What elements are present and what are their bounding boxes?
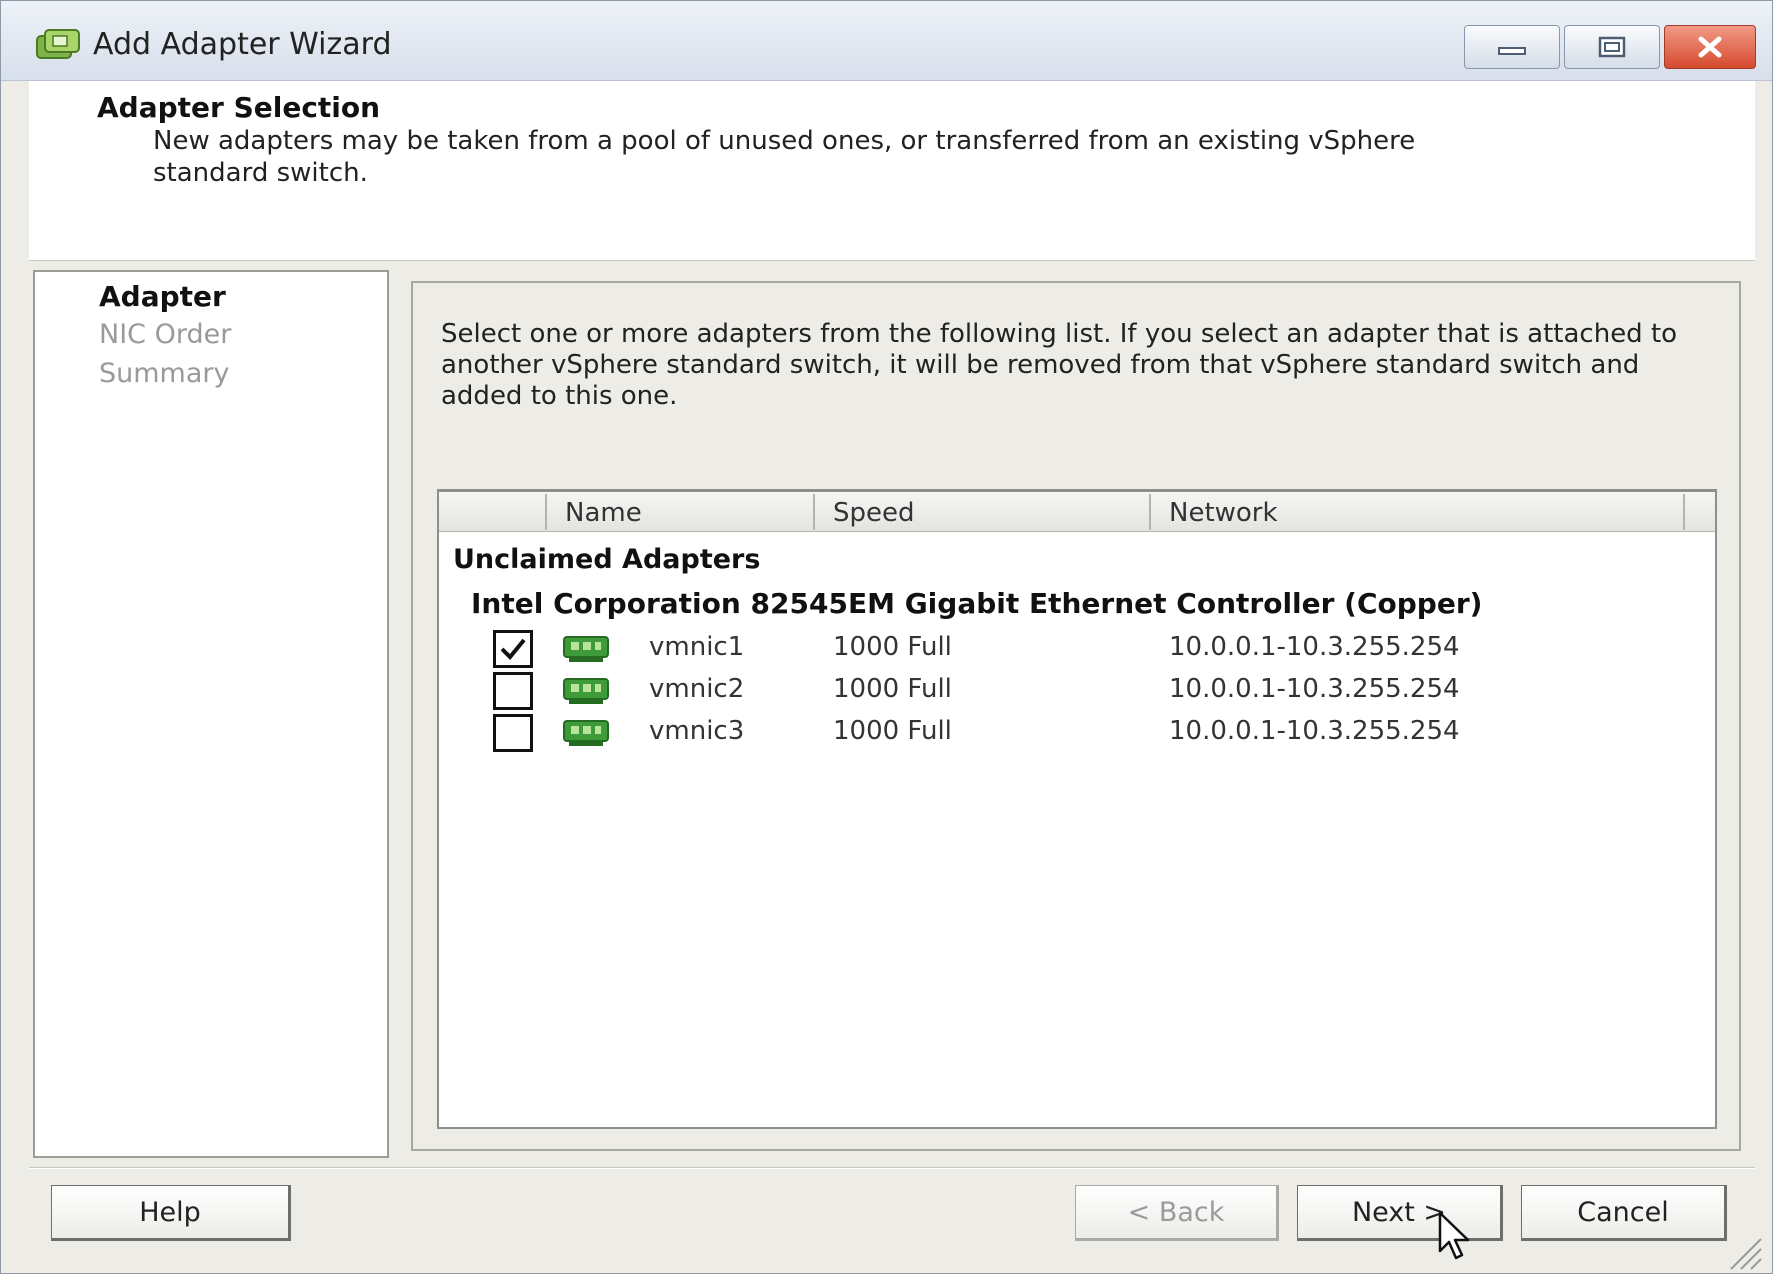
adapter-checkbox[interactable] bbox=[493, 672, 533, 710]
maximize-button[interactable] bbox=[1564, 25, 1660, 69]
help-button[interactable]: Help bbox=[51, 1185, 291, 1241]
window-title: Add Adapter Wizard bbox=[93, 27, 392, 62]
adapter-checkbox[interactable] bbox=[493, 714, 533, 752]
checkmark-icon bbox=[500, 638, 526, 660]
column-header-speed[interactable]: Speed bbox=[833, 498, 915, 528]
controller-label: Intel Corporation 82545EM Gigabit Ethern… bbox=[471, 587, 1483, 620]
close-icon bbox=[1698, 36, 1722, 58]
step-nic-order: NIC Order bbox=[99, 319, 232, 350]
adapter-speed: 1000 Full bbox=[833, 674, 952, 704]
wizard-app-icon bbox=[36, 29, 80, 59]
cancel-button[interactable]: Cancel bbox=[1521, 1185, 1727, 1241]
header-title: Adapter Selection bbox=[97, 91, 381, 124]
adapter-name: vmnic1 bbox=[649, 632, 745, 662]
step-adapter[interactable]: Adapter bbox=[99, 280, 226, 313]
wizard-window: Add Adapter Wizard Adapter Selection New… bbox=[0, 0, 1773, 1274]
close-button[interactable] bbox=[1664, 25, 1756, 69]
column-header-name[interactable]: Name bbox=[565, 498, 642, 528]
maximize-icon bbox=[1598, 36, 1626, 58]
adapter-speed: 1000 Full bbox=[833, 632, 952, 662]
column-separator[interactable] bbox=[1149, 494, 1151, 530]
adapter-checkbox[interactable] bbox=[493, 630, 533, 668]
adapter-name: vmnic3 bbox=[649, 716, 745, 746]
wizard-steps-panel: Adapter NIC Order Summary bbox=[33, 270, 389, 1158]
footer-divider bbox=[29, 1167, 1755, 1169]
step-summary: Summary bbox=[99, 358, 230, 389]
network-adapter-icon bbox=[563, 678, 609, 704]
instructions-text: Select one or more adapters from the fol… bbox=[441, 319, 1678, 411]
adapter-speed: 1000 Full bbox=[833, 716, 952, 746]
table-row[interactable]: vmnic3 1000 Full 10.0.0.1-10.3.255.254 bbox=[439, 714, 1715, 756]
minimize-icon bbox=[1498, 47, 1526, 55]
resize-grip-icon[interactable] bbox=[1721, 1231, 1765, 1271]
table-row[interactable]: vmnic1 1000 Full 10.0.0.1-10.3.255.254 bbox=[439, 630, 1715, 672]
list-header: Name Speed Network bbox=[439, 492, 1715, 532]
adapter-network: 10.0.0.1-10.3.255.254 bbox=[1169, 716, 1460, 746]
adapter-network: 10.0.0.1-10.3.255.254 bbox=[1169, 632, 1460, 662]
title-bar[interactable]: Add Adapter Wizard bbox=[1, 1, 1772, 81]
main-panel: Select one or more adapters from the fol… bbox=[411, 281, 1741, 1151]
mouse-pointer-icon bbox=[1438, 1211, 1470, 1260]
table-row[interactable]: vmnic2 1000 Full 10.0.0.1-10.3.255.254 bbox=[439, 672, 1715, 714]
adapter-list[interactable]: Name Speed Network Unclaimed Adapters In… bbox=[437, 489, 1717, 1129]
column-separator[interactable] bbox=[813, 494, 815, 530]
adapter-name: vmnic2 bbox=[649, 674, 745, 704]
wizard-header: Adapter Selection New adapters may be ta… bbox=[29, 81, 1755, 261]
column-separator[interactable] bbox=[545, 494, 547, 530]
network-adapter-icon bbox=[563, 720, 609, 746]
column-header-network[interactable]: Network bbox=[1169, 498, 1278, 528]
adapter-network: 10.0.0.1-10.3.255.254 bbox=[1169, 674, 1460, 704]
column-separator[interactable] bbox=[1683, 494, 1685, 530]
minimize-button[interactable] bbox=[1464, 25, 1560, 69]
network-adapter-icon bbox=[563, 636, 609, 662]
group-label-unclaimed: Unclaimed Adapters bbox=[453, 544, 761, 575]
next-button[interactable]: Next > bbox=[1297, 1185, 1503, 1241]
back-button[interactable]: < Back bbox=[1075, 1185, 1279, 1241]
header-description: New adapters may be taken from a pool of… bbox=[153, 126, 1416, 188]
